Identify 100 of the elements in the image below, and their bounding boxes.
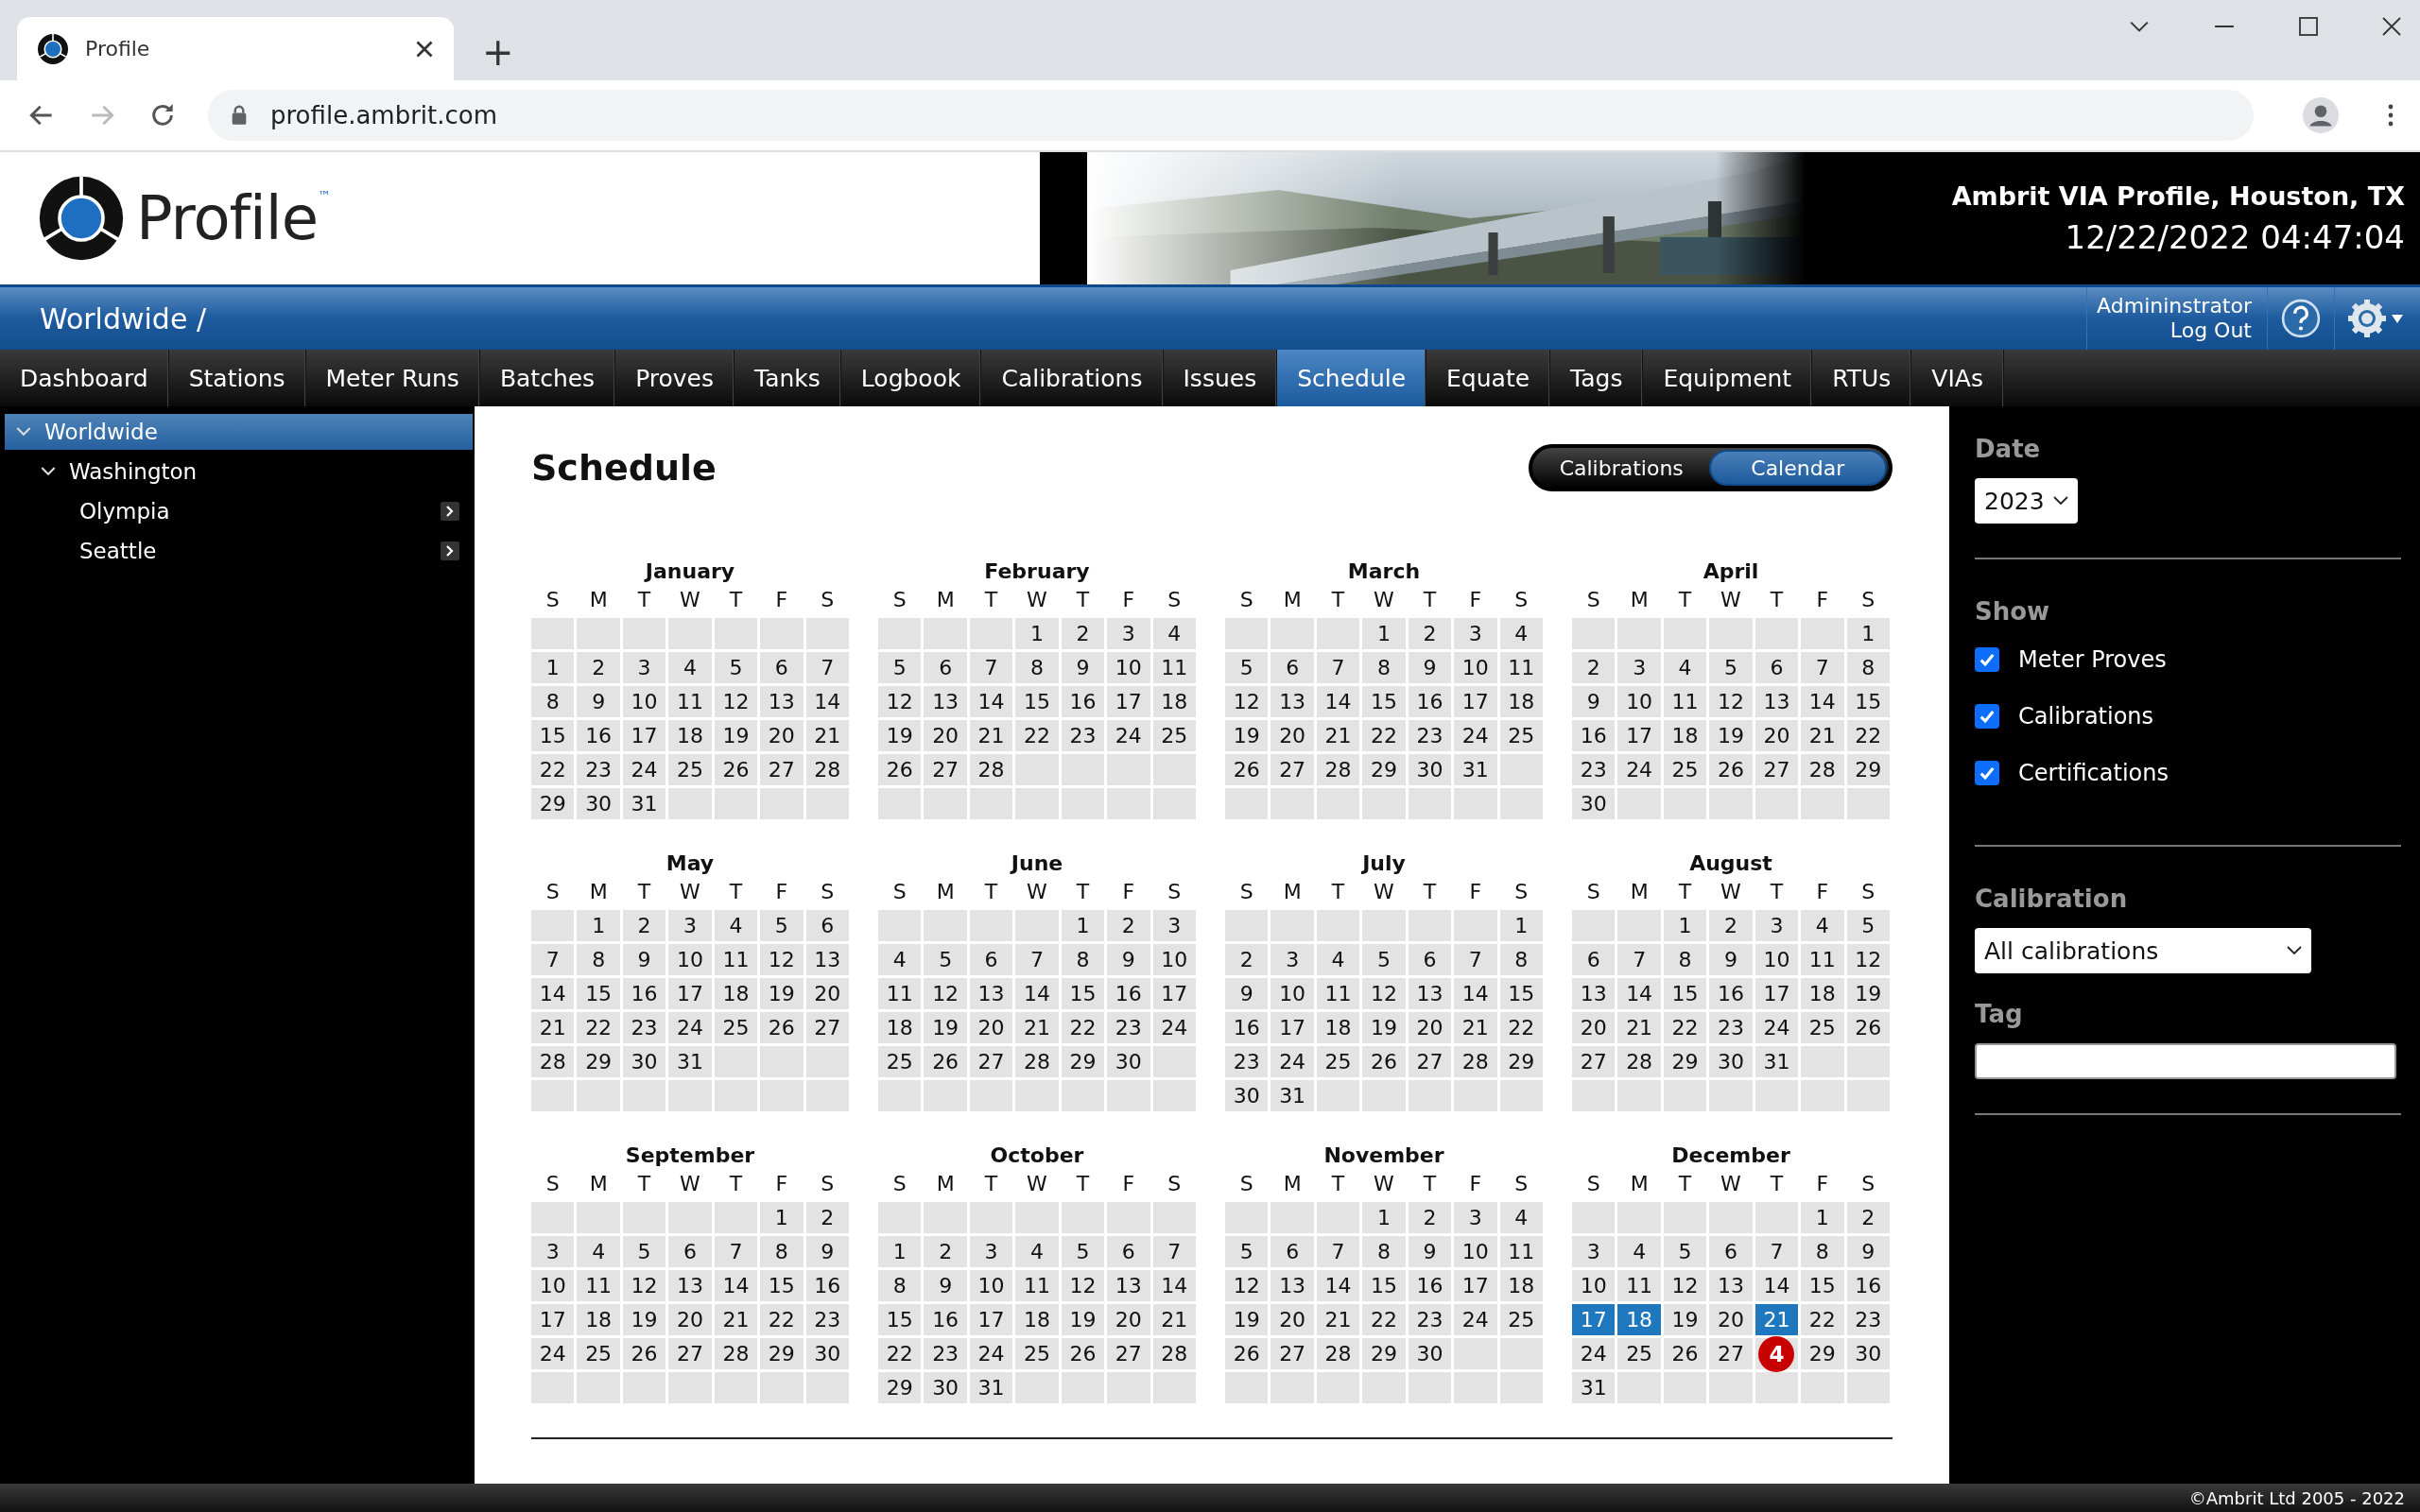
day-cell[interactable]: 12	[714, 686, 758, 717]
day-cell[interactable]: 12	[1663, 1270, 1707, 1301]
day-cell[interactable]: 17	[1270, 1012, 1314, 1043]
day-cell[interactable]: 11	[1015, 1270, 1059, 1301]
day-cell[interactable]: 28	[714, 1338, 758, 1369]
day-cell[interactable]: 7	[805, 652, 849, 683]
day-cell[interactable]: 17	[1572, 1304, 1616, 1335]
day-cell[interactable]: 23	[1107, 1012, 1150, 1043]
day-cell[interactable]: 18	[1499, 686, 1543, 717]
day-cell[interactable]: 27	[1107, 1338, 1150, 1369]
day-cell[interactable]: 22	[1499, 1012, 1543, 1043]
day-cell[interactable]: 19	[714, 720, 758, 751]
day-cell[interactable]: 22	[577, 1012, 620, 1043]
day-cell[interactable]: 2	[1107, 910, 1150, 941]
day-cell[interactable]: 19	[1225, 720, 1269, 751]
day-cell[interactable]: 3	[668, 910, 712, 941]
day-cell[interactable]: 13	[924, 686, 967, 717]
day-cell[interactable]: 14	[1454, 978, 1497, 1009]
day-cell[interactable]: 1	[1801, 1202, 1844, 1233]
day-cell[interactable]: 7	[1617, 944, 1661, 975]
day-cell[interactable]: 26	[622, 1338, 666, 1369]
day-cell[interactable]: 29	[1801, 1338, 1844, 1369]
nav-tab[interactable]: Schedule	[1277, 350, 1427, 406]
day-cell[interactable]: 12	[1061, 1270, 1105, 1301]
day-cell[interactable]: 29	[1362, 1338, 1406, 1369]
chevron-down-icon[interactable]	[2129, 20, 2150, 33]
day-cell[interactable]: 29	[760, 1338, 804, 1369]
day-cell[interactable]: 20	[1408, 1012, 1452, 1043]
day-cell[interactable]: 22	[1362, 720, 1406, 751]
day-cell[interactable]: 20	[924, 720, 967, 751]
day-cell[interactable]: 2	[1225, 944, 1269, 975]
maximize-icon[interactable]	[2299, 17, 2318, 36]
day-cell[interactable]: 21	[969, 720, 1013, 751]
day-cell[interactable]: 13	[1709, 1270, 1753, 1301]
day-cell[interactable]: 17	[1107, 686, 1150, 717]
day-cell[interactable]: 16	[577, 720, 620, 751]
day-cell[interactable]: 11	[1801, 944, 1844, 975]
day-cell[interactable]: 23	[1061, 720, 1105, 751]
day-cell[interactable]: 23	[1846, 1304, 1890, 1335]
checkbox-label[interactable]: Calibrations	[2018, 703, 2154, 730]
day-cell[interactable]: 6	[760, 652, 804, 683]
day-cell[interactable]: 12	[760, 944, 804, 975]
day-cell[interactable]: 27	[1754, 754, 1799, 785]
day-cell[interactable]: 23	[924, 1338, 967, 1369]
day-cell[interactable]: 13	[1107, 1270, 1150, 1301]
day-cell[interactable]: 2	[805, 1202, 849, 1233]
day-cell[interactable]: 25	[1152, 720, 1196, 751]
day-cell[interactable]: 19	[1362, 1012, 1406, 1043]
day-cell[interactable]: 20	[1754, 720, 1799, 751]
day-cell[interactable]: 4	[1801, 910, 1844, 941]
day-cell[interactable]: 10	[1617, 686, 1661, 717]
day-cell[interactable]: 5	[878, 652, 922, 683]
day-cell[interactable]: 3	[1617, 652, 1661, 683]
day-cell[interactable]: 15	[1846, 686, 1890, 717]
day-cell[interactable]: 21	[1152, 1304, 1196, 1335]
day-cell[interactable]: 10	[1107, 652, 1150, 683]
day-cell[interactable]: 21	[1015, 1012, 1059, 1043]
day-cell[interactable]: 27	[1270, 1338, 1314, 1369]
day-cell[interactable]: 9	[1408, 1236, 1452, 1267]
day-cell[interactable]: 17	[969, 1304, 1013, 1335]
day-cell[interactable]: 4	[1499, 1202, 1543, 1233]
day-cell[interactable]: 6	[969, 944, 1013, 975]
day-cell[interactable]: 16	[1061, 686, 1105, 717]
day-cell[interactable]: 19	[1225, 1304, 1269, 1335]
day-cell[interactable]: 30	[1408, 754, 1452, 785]
day-cell[interactable]: 30	[1225, 1080, 1269, 1111]
day-cell[interactable]: 29	[577, 1046, 620, 1077]
day-cell[interactable]: 15	[1061, 978, 1105, 1009]
day-cell[interactable]: 10	[531, 1270, 575, 1301]
day-cell[interactable]: 30	[1572, 788, 1616, 819]
day-cell[interactable]: 20	[1709, 1304, 1753, 1335]
day-cell[interactable]: 27	[969, 1046, 1013, 1077]
day-cell[interactable]: 3	[622, 652, 666, 683]
breadcrumb[interactable]: Worldwide /	[0, 301, 2087, 335]
day-cell[interactable]: 16	[1846, 1270, 1890, 1301]
address-field[interactable]: profile.ambrit.com	[208, 90, 2254, 141]
day-cell[interactable]: 16	[1709, 978, 1753, 1009]
day-cell[interactable]: 22	[1015, 720, 1059, 751]
day-cell[interactable]: 24	[531, 1338, 575, 1369]
day-cell[interactable]: 21	[1801, 720, 1844, 751]
day-cell[interactable]: 10	[1454, 1236, 1497, 1267]
day-cell[interactable]: 26	[1225, 754, 1269, 785]
day-cell[interactable]: 14	[1316, 686, 1360, 717]
day-cell[interactable]: 11	[1499, 1236, 1543, 1267]
day-cell[interactable]: 3	[1270, 944, 1314, 975]
day-cell[interactable]: 15	[1663, 978, 1707, 1009]
day-cell[interactable]: 31	[1572, 1372, 1616, 1403]
day-cell[interactable]: 9	[1572, 686, 1616, 717]
day-cell[interactable]: 5	[924, 944, 967, 975]
day-cell[interactable]: 13	[1270, 1270, 1314, 1301]
day-cell[interactable]: 14	[805, 686, 849, 717]
day-cell[interactable]: 5	[1225, 652, 1269, 683]
logout-link[interactable]: Log Out	[2169, 318, 2252, 344]
day-cell[interactable]: 18	[1316, 1012, 1360, 1043]
day-cell[interactable]: 11	[714, 944, 758, 975]
day-cell[interactable]: 17	[1454, 1270, 1497, 1301]
tag-field[interactable]	[1975, 1043, 2396, 1079]
day-cell[interactable]: 16	[1107, 978, 1150, 1009]
day-cell[interactable]: 22	[531, 754, 575, 785]
day-cell[interactable]: 7	[1754, 1236, 1799, 1267]
